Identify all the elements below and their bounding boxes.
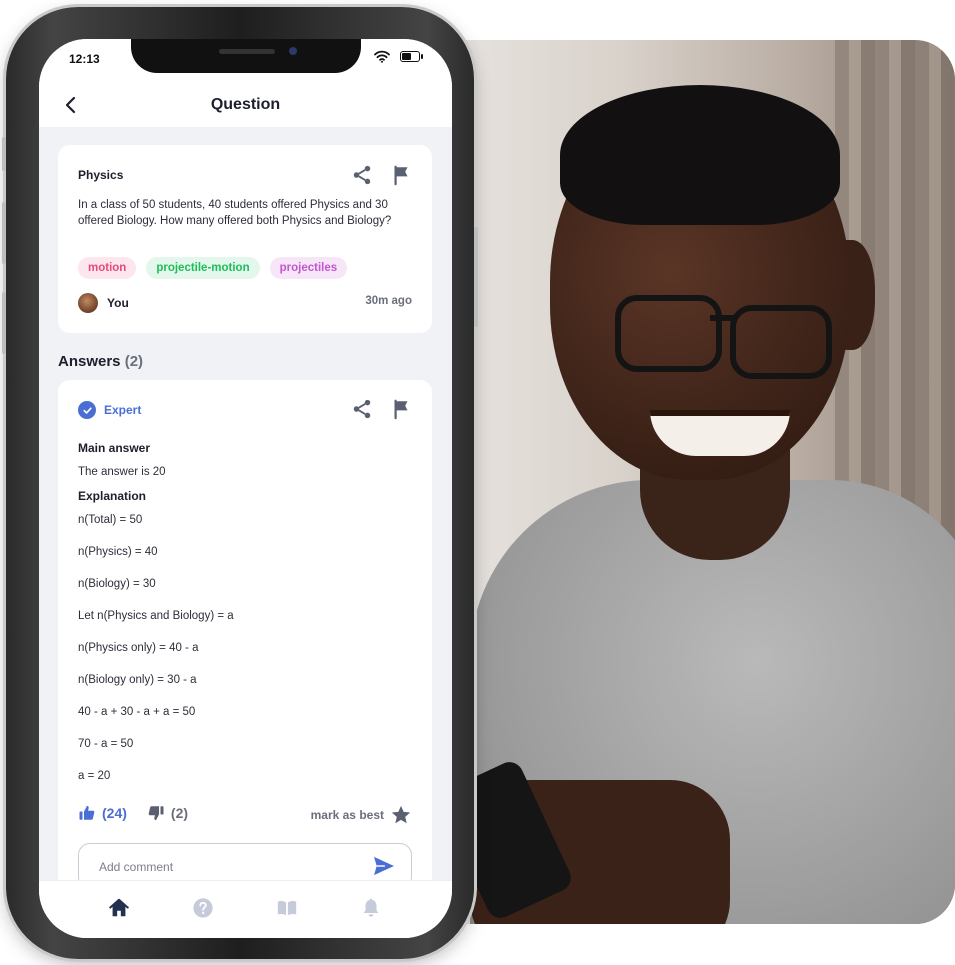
share-icon[interactable] [351,398,373,420]
tag-chip[interactable]: motion [78,257,137,279]
question-timestamp: 30m ago [365,295,412,307]
comment-box [78,843,412,880]
notch-speaker [219,49,275,54]
bell-icon[interactable] [360,897,382,919]
scroll-content[interactable]: Physics In a class of 50 students, 40 st… [39,127,452,880]
phone-frame: 12:13 Question Physics In a class of 50 … [2,7,478,959]
notch-camera [289,47,297,55]
app-bar: Question [39,83,452,127]
page-title: Question [210,96,281,113]
explanation-step: n(Biology only) = 30 - a [78,674,197,686]
flag-icon[interactable] [391,398,413,420]
question-card: Physics In a class of 50 students, 40 st… [58,145,432,333]
question-author: You [78,293,129,313]
hero-photo [440,40,955,924]
flag-icon[interactable] [391,164,413,186]
tag-chip[interactable]: projectile-motion [146,257,260,279]
phone-notch [131,39,361,73]
explanation-steps: n(Total) = 50 n(Physics) = 40 n(Biology)… [78,512,408,800]
glasses-right-lens [730,305,832,379]
bottom-tab-bar [39,880,452,938]
status-time: 12:13 [69,52,100,66]
phone-mute-switch [2,137,6,171]
downvote-count: (2) [170,805,189,821]
person-hair [560,85,840,225]
answer-body: Main answer The answer is 20 Explanation… [78,440,408,800]
mark-as-best-button[interactable]: mark as best [311,804,412,826]
home-icon[interactable] [108,897,130,919]
phone-volume-down [2,292,6,354]
author-name: You [107,296,129,310]
star-icon [391,805,411,824]
verified-check-icon [78,401,96,419]
question-text: In a class of 50 students, 40 students o… [78,199,392,227]
tag-list: motion projectile-motion projectiles [78,257,348,279]
answers-heading: Answers (2) [58,353,143,370]
main-answer-heading: Main answer [78,441,151,455]
upvote-count: (24) [102,805,127,821]
send-icon[interactable] [373,856,395,876]
question-subject: Physics [78,168,124,182]
phone-screen: 12:13 Question Physics In a class of 50 … [39,39,452,938]
answer-card: Expert Main answer The answer is 20 Expl… [58,380,432,880]
upvote-button[interactable]: (24) [78,804,127,822]
expert-label: Expert [104,403,142,417]
share-icon[interactable] [351,164,373,186]
explanation-step: n(Biology) = 30 [78,578,156,590]
battery-icon [400,51,423,62]
explanation-step: n(Total) = 50 [78,514,143,526]
main-answer-text: The answer is 20 [78,466,166,478]
comment-input[interactable] [97,844,361,880]
explanation-step: Let n(Physics and Biology) = a [78,610,234,622]
help-icon[interactable] [192,897,214,919]
explanation-heading: Explanation [78,489,147,503]
explanation-step: a = 20 [78,770,111,782]
answers-count: (2) [124,353,144,370]
tag-chip[interactable]: projectiles [269,257,348,279]
glasses-left-lens [615,295,722,372]
thumbs-down-icon [148,806,164,821]
vote-bar: (24) (2) [78,804,188,822]
phone-power-button [474,227,478,327]
glasses-bridge [710,315,736,321]
explanation-step: n(Physics) = 40 [78,546,158,558]
phone-volume-up [2,202,6,264]
answers-heading-label: Answers [58,353,121,370]
mark-as-best-label: mark as best [310,808,384,822]
explanation-step: 70 - a = 50 [78,738,134,750]
thumbs-up-icon [79,805,95,820]
expert-badge: Expert [78,401,141,419]
avatar [78,293,98,313]
explanation-step: 40 - a + 30 - a + a = 50 [78,706,196,718]
wifi-icon [374,50,390,63]
downvote-button[interactable]: (2) [147,804,188,822]
book-icon[interactable] [276,897,298,919]
explanation-step: n(Physics only) = 40 - a [78,642,199,654]
